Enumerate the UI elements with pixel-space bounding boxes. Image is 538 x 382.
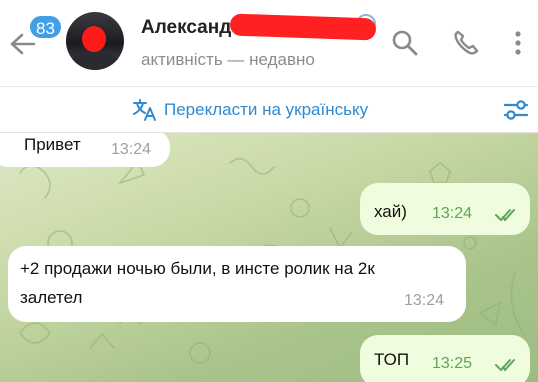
message-text-line: залетел bbox=[20, 288, 83, 307]
avatar-redaction bbox=[82, 26, 106, 52]
message-time: 13:24 bbox=[111, 141, 152, 158]
settings-sliders-icon[interactable] bbox=[502, 97, 530, 123]
read-checkmarks-icon bbox=[495, 359, 515, 371]
message-text-line: +2 продажи ночью были, в инсте ролик на … bbox=[20, 259, 375, 278]
message-time: 13:25 bbox=[432, 355, 473, 372]
translate-icon bbox=[133, 99, 156, 121]
chat-header: 83 Александ активність — недавно bbox=[0, 0, 538, 86]
read-checkmarks-icon bbox=[495, 209, 515, 221]
phone-icon[interactable] bbox=[451, 28, 481, 58]
contact-status: активність — недавно bbox=[141, 50, 315, 69]
message-bubble-incoming[interactable]: Привет 13:24 bbox=[0, 133, 170, 167]
translate-label[interactable]: Перекласти на українську bbox=[164, 100, 368, 120]
message-bubble-outgoing[interactable]: хай) 13:24 bbox=[360, 183, 530, 235]
contact-name[interactable]: Александ bbox=[141, 17, 231, 39]
message-time: 13:24 bbox=[432, 205, 473, 222]
chat-area[interactable]: Привет 13:24 хай) 13:24 +2 продажи ночью… bbox=[0, 133, 538, 382]
unread-count-badge: 83 bbox=[28, 14, 63, 40]
message-text: ТОП bbox=[374, 350, 410, 369]
message-bubble-outgoing[interactable]: ТОП 13:25 bbox=[360, 335, 530, 382]
search-icon[interactable] bbox=[390, 28, 420, 58]
name-redaction bbox=[229, 13, 377, 41]
avatar[interactable] bbox=[66, 12, 124, 70]
message-time: 13:24 bbox=[404, 292, 445, 309]
message-bubble-incoming[interactable]: +2 продажи ночью были, в инсте ролик на … bbox=[8, 246, 466, 322]
more-vertical-icon[interactable] bbox=[503, 28, 533, 58]
translate-bar[interactable]: Перекласти на українську bbox=[0, 86, 538, 133]
avatar-figure bbox=[70, 50, 120, 70]
message-text: хай) bbox=[374, 202, 407, 221]
message-text: Привет bbox=[24, 135, 81, 154]
